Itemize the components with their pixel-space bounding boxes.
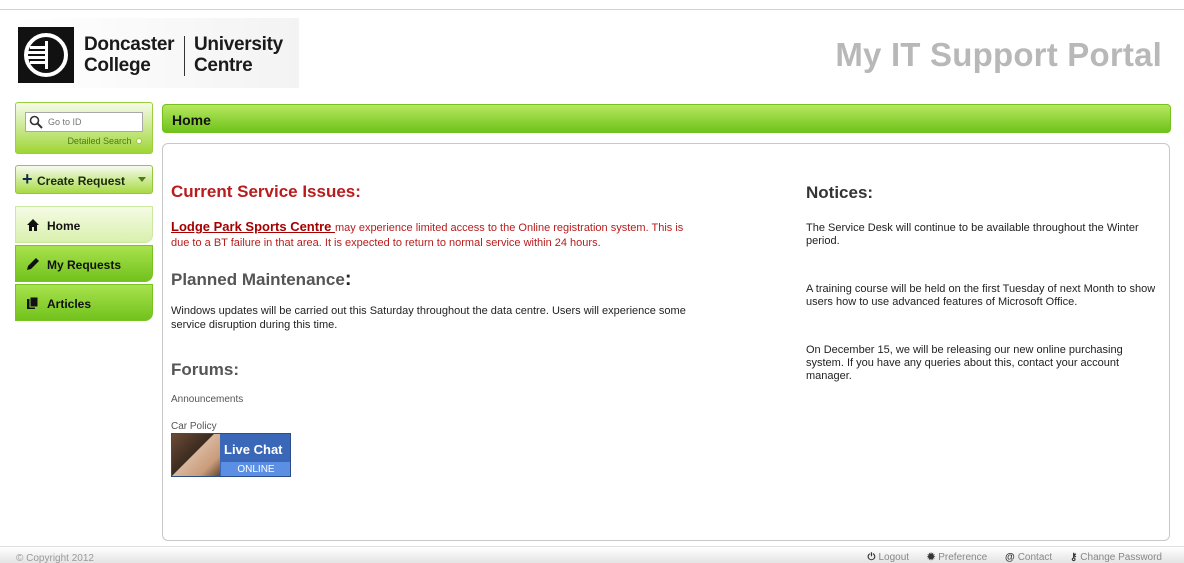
- university-name: University Centre: [194, 34, 283, 76]
- doncaster-logo-icon: [18, 27, 74, 83]
- at-icon: @: [1004, 552, 1015, 563]
- sidebar-item-articles[interactable]: Articles: [15, 284, 153, 321]
- sidebar-item-label: Home: [47, 219, 81, 233]
- sidebar-item-label: My Requests: [47, 258, 122, 272]
- detailed-search-link[interactable]: Detailed Search: [67, 136, 142, 146]
- power-icon: ⏻: [867, 552, 876, 563]
- page-title: Home: [172, 112, 211, 128]
- change-password-link[interactable]: ⚷ Change Password: [1070, 552, 1162, 563]
- sidebar-item-home[interactable]: Home: [15, 206, 153, 243]
- support-agent-image: [172, 434, 220, 476]
- live-chat-status: ONLINE: [221, 462, 290, 476]
- search-panel: Detailed Search: [15, 102, 153, 154]
- top-divider: [0, 9, 1184, 10]
- notice-item: A training course will be held on the fi…: [806, 283, 1156, 308]
- home-icon: [27, 219, 39, 231]
- college-name: Doncaster College: [84, 34, 175, 76]
- notice-item: The Service Desk will continue to be ava…: [806, 222, 1139, 247]
- notices-heading: Notices:: [806, 183, 874, 202]
- forum-link-announcements[interactable]: Announcements: [171, 394, 243, 405]
- content-panel: [162, 143, 1170, 541]
- create-request-label: Create Request: [37, 174, 126, 188]
- live-chat-title: Live Chat: [224, 442, 283, 457]
- footer-links: ⏻ Logout ✹ Preference @ Contact ⚷ Change Pas…: [853, 552, 1162, 563]
- copyright-text: © Copyright 2012: [16, 553, 94, 563]
- documents-icon: [27, 296, 39, 309]
- forums-heading: Forums:: [171, 360, 239, 379]
- search-icon: [29, 115, 43, 129]
- logo-divider: [184, 36, 185, 76]
- pencil-icon: [27, 258, 39, 270]
- sidebar-item-label: Articles: [47, 297, 92, 311]
- contact-link[interactable]: @ Contact: [1005, 552, 1052, 563]
- detailed-search-dot-icon: [136, 138, 142, 144]
- college-logo[interactable]: Doncaster College University Centre: [14, 18, 299, 88]
- page-header: Home: [162, 104, 1171, 133]
- live-chat-button[interactable]: Live Chat ONLINE: [171, 433, 291, 477]
- planned-maintenance-text: Windows updates will be carried out this…: [171, 305, 686, 331]
- current-issues-heading: Current Service Issues:: [171, 182, 361, 201]
- issue-link-lodge-park[interactable]: Lodge Park Sports Centre: [171, 219, 335, 234]
- plus-icon: +: [22, 169, 33, 189]
- notice-item: On December 15, we will be releasing our…: [806, 344, 1123, 382]
- preference-link[interactable]: ✹ Preference: [927, 552, 987, 563]
- create-request-button[interactable]: + Create Request: [15, 165, 153, 194]
- sidebar-item-my-requests[interactable]: My Requests: [15, 245, 153, 282]
- chevron-down-icon[interactable]: [138, 177, 146, 182]
- service-issue: Lodge Park Sports Centre may experience …: [171, 219, 691, 251]
- portal-title: My IT Support Portal: [835, 36, 1162, 73]
- footer: © Copyright 2012 ⏻ Logout ✹ Preference @ Co…: [0, 546, 1184, 563]
- key-icon: ⚷: [1069, 552, 1078, 563]
- logout-link[interactable]: ⏻ Logout: [868, 552, 910, 563]
- planned-maintenance-heading: Planned Maintenance:: [171, 268, 352, 290]
- forum-link-car-policy[interactable]: Car Policy: [171, 421, 217, 432]
- gear-icon: ✹: [926, 552, 936, 563]
